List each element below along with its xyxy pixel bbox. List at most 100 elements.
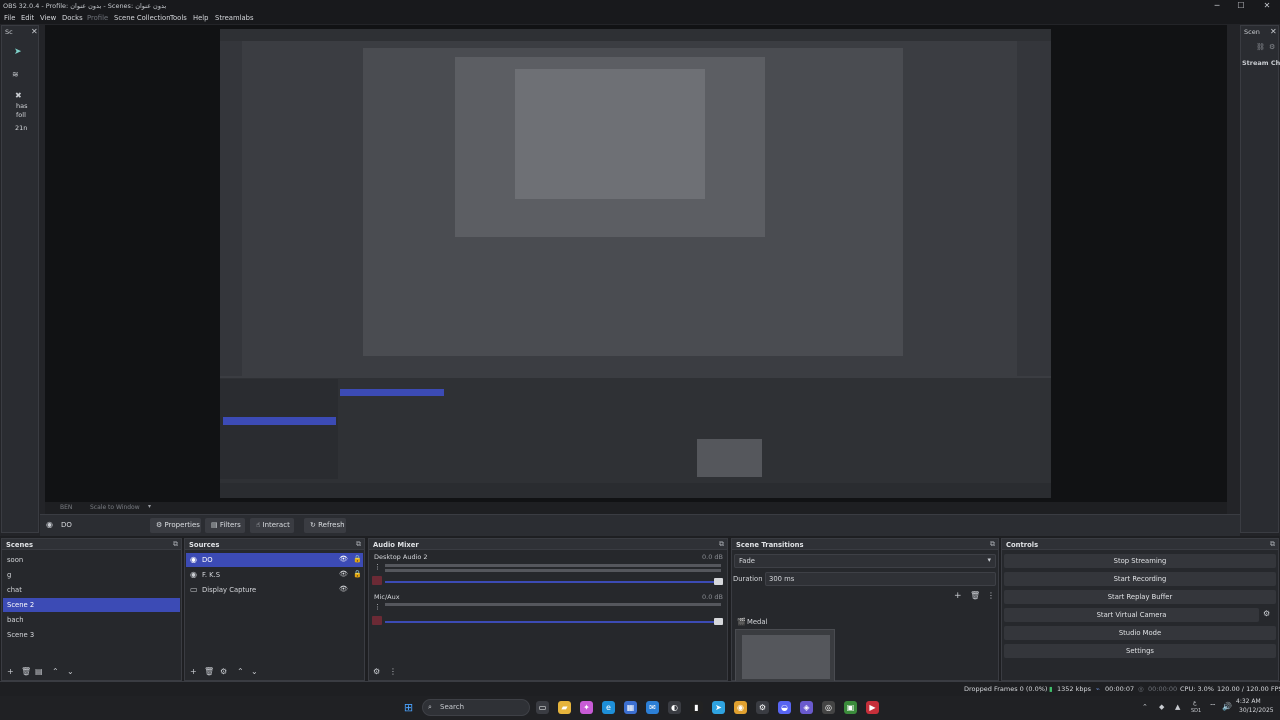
chrome-icon[interactable]: ◉ <box>734 701 747 714</box>
move-down-icon[interactable]: ⌄ <box>251 667 258 676</box>
add-source-icon[interactable]: + <box>190 667 197 676</box>
dock-menu-icon[interactable]: ⧉ <box>1270 540 1275 549</box>
visibility-eye-icon[interactable]: 👁 <box>339 555 348 563</box>
mute-icon[interactable] <box>372 576 382 585</box>
source-item-selected[interactable]: DO <box>186 553 363 567</box>
volume-slider[interactable] <box>385 621 721 623</box>
filters-button[interactable]: ▤ Filters <box>205 518 245 533</box>
start-recording-button[interactable]: Start Recording <box>1004 572 1276 586</box>
visibility-eye-icon[interactable]: 👁 <box>339 570 348 578</box>
kebab-menu-icon[interactable]: ⋮ <box>389 667 397 676</box>
dismiss-icon[interactable]: ✖ <box>15 91 22 100</box>
maximize-button[interactable]: ☐ <box>1230 0 1252 12</box>
virtual-camera-settings-icon[interactable]: ⚙ <box>1263 609 1270 618</box>
transition-select[interactable]: Fade ▾ <box>734 554 996 568</box>
scene-item[interactable]: g <box>3 568 180 582</box>
edge-icon[interactable]: e <box>602 701 615 714</box>
start-replay-buffer-button[interactable]: Start Replay Buffer <box>1004 590 1276 604</box>
move-up-icon[interactable]: ⌃ <box>237 667 244 676</box>
source-properties-icon[interactable]: ⚙ <box>220 667 227 676</box>
properties-button[interactable]: ⚙ Properties <box>150 518 201 533</box>
source-item[interactable]: F. K.S <box>186 568 363 582</box>
minimize-button[interactable]: ─ <box>1206 0 1228 12</box>
start-virtual-camera-button[interactable]: Start Virtual Camera <box>1004 608 1259 622</box>
obs-icon[interactable]: ◎ <box>822 701 835 714</box>
settings-app-icon[interactable]: ⚙ <box>756 701 769 714</box>
dock-menu-icon[interactable]: ⧉ <box>173 540 178 549</box>
menu-docks[interactable]: Docks <box>62 14 83 22</box>
kebab-menu-icon[interactable]: ⋮ <box>987 591 995 600</box>
dock-menu-icon[interactable]: ⧉ <box>719 540 724 549</box>
interact-button[interactable]: ☝ Interact <box>250 518 294 533</box>
tray-app-icon[interactable]: ◆ <box>1159 703 1164 711</box>
chevron-down-icon[interactable]: ▾ <box>148 503 151 510</box>
kebab-menu-icon[interactable]: ⋮ <box>374 603 381 611</box>
visibility-eye-icon[interactable]: 👁 <box>339 585 348 593</box>
dock-menu-icon[interactable]: ⧉ <box>990 540 995 549</box>
volume-icon[interactable]: 🔊 <box>1222 702 1232 711</box>
lock-icon[interactable]: 🔒 <box>353 570 362 578</box>
file-explorer-icon[interactable]: ▰ <box>558 701 571 714</box>
stop-streaming-button[interactable]: Stop Streaming <box>1004 554 1276 568</box>
right-dock-close-icon[interactable]: ✕ <box>1270 27 1277 36</box>
menu-profile[interactable]: Profile <box>87 14 108 22</box>
app-icon[interactable]: ◈ <box>800 701 813 714</box>
mute-icon[interactable] <box>372 616 382 625</box>
tray-chevron-icon[interactable]: ⌃ <box>1142 703 1148 711</box>
remove-source-icon[interactable]: 🗑 <box>204 667 214 676</box>
medal-icon[interactable]: ▶ <box>866 701 879 714</box>
clock-time[interactable]: 4:32 AM <box>1236 698 1261 705</box>
link-icon[interactable]: ⛓ <box>1256 43 1265 51</box>
terminal-icon[interactable]: ▮ <box>690 701 703 714</box>
menu-streamlabs[interactable]: Streamlabs <box>215 14 254 22</box>
lock-icon[interactable]: 🔒 <box>353 555 362 563</box>
send-icon[interactable]: ➤ <box>14 47 22 57</box>
scene-item-selected[interactable]: Scene 2 <box>3 598 180 612</box>
remove-scene-icon[interactable]: 🗑 <box>21 667 31 676</box>
volume-slider-handle[interactable] <box>714 578 723 585</box>
scene-filters-icon[interactable]: ▤ <box>35 667 43 676</box>
move-down-icon[interactable]: ⌄ <box>67 667 74 676</box>
tray-app-icon[interactable]: ▲ <box>1175 703 1180 711</box>
menu-tools[interactable]: Tools <box>170 14 187 22</box>
scene-item[interactable]: bach <box>3 613 180 627</box>
move-up-icon[interactable]: ⌃ <box>52 667 59 676</box>
discord-icon[interactable]: ◒ <box>778 701 791 714</box>
task-view-icon[interactable]: ▭ <box>536 701 549 714</box>
store-icon[interactable]: ▦ <box>624 701 637 714</box>
add-scene-icon[interactable]: + <box>7 667 14 676</box>
app-icon[interactable]: ▣ <box>844 701 857 714</box>
remove-transition-icon[interactable]: 🗑 <box>970 591 980 600</box>
kebab-menu-icon[interactable]: ⋮ <box>374 563 381 571</box>
telegram-icon[interactable]: ➤ <box>712 701 725 714</box>
audio-settings-icon[interactable]: ⚙ <box>373 667 380 676</box>
menu-file[interactable]: File <box>4 14 15 22</box>
language-indicator[interactable]: ع <box>1193 699 1197 706</box>
close-button[interactable]: ✕ <box>1256 0 1278 12</box>
volume-slider-handle[interactable] <box>714 618 723 625</box>
media-thumbnail[interactable] <box>735 629 835 684</box>
scene-item[interactable]: Scene 3 <box>3 628 180 642</box>
studio-mode-button[interactable]: Studio Mode <box>1004 626 1276 640</box>
scale-selector[interactable]: Scale to Window <box>90 504 140 511</box>
taskbar-search[interactable]: ⌕ Search <box>422 699 530 716</box>
duration-input[interactable]: 300 ms <box>765 572 996 586</box>
left-dock-close-icon[interactable]: ✕ <box>31 27 38 36</box>
menu-edit[interactable]: Edit <box>21 14 34 22</box>
dock-menu-icon[interactable]: ⧉ <box>356 540 361 549</box>
menu-help[interactable]: Help <box>193 14 209 22</box>
wifi-icon[interactable]: ⌔ <box>1209 702 1217 712</box>
app-icon[interactable]: ◐ <box>668 701 681 714</box>
source-item[interactable]: Display Capture <box>186 583 363 597</box>
volume-slider[interactable] <box>385 581 721 583</box>
settings-icon[interactable]: ⚙ <box>1269 43 1275 51</box>
refresh-button[interactable]: ↻ Refresh <box>304 518 346 533</box>
copilot-icon[interactable]: ✦ <box>580 701 593 714</box>
settings-button[interactable]: Settings <box>1004 644 1276 658</box>
clock-date[interactable]: 30/12/2025 <box>1239 707 1274 714</box>
mail-icon[interactable]: ✉ <box>646 701 659 714</box>
windows-start-icon[interactable]: ⊞ <box>402 701 415 714</box>
scene-item[interactable]: soon <box>3 553 180 567</box>
menu-view[interactable]: View <box>40 14 56 22</box>
menu-scene-collection[interactable]: Scene Collection <box>114 14 171 22</box>
